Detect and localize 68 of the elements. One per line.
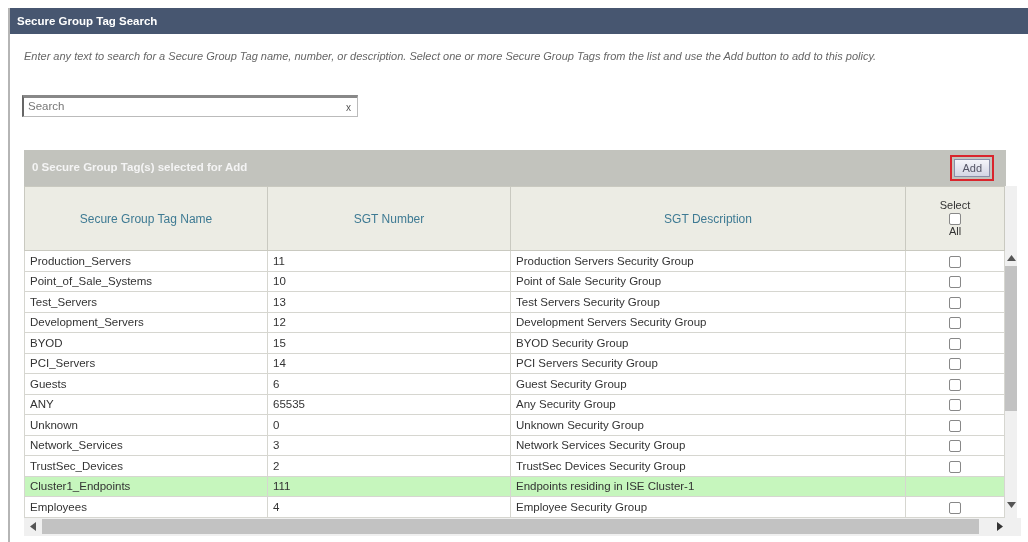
row-checkbox[interactable]: [949, 276, 961, 289]
row-checkbox[interactable]: [949, 337, 961, 350]
table-cell: Production_Servers: [24, 250, 268, 271]
table-cell: 4: [267, 496, 511, 517]
table-cell: 0: [267, 414, 511, 435]
select-all-label: Select: [938, 198, 972, 212]
table-cell: TrustSec_Devices: [24, 455, 268, 476]
scroll-up-icon[interactable]: [1006, 255, 1016, 261]
scrollbar-thumb[interactable]: [42, 519, 979, 534]
table-cell: Unknown: [24, 414, 268, 435]
table-cell: BYOD: [24, 332, 268, 353]
row-checkbox[interactable]: [949, 317, 961, 330]
row-checkbox[interactable]: [949, 501, 961, 514]
table-cell: Any Security Group: [510, 394, 906, 415]
column-header[interactable]: SGT Description: [510, 186, 906, 251]
table-cell: Guest Security Group: [510, 373, 906, 394]
column-header[interactable]: SGT Number: [267, 186, 511, 251]
select-all-label: All: [947, 225, 963, 239]
table-cell: Network Services Security Group: [510, 435, 906, 456]
table-cell: 2: [267, 455, 511, 476]
table-cell: 13: [267, 291, 511, 312]
window-title: Secure Group Tag Search: [10, 8, 1028, 34]
table-cell: 65535: [267, 394, 511, 415]
row-checkbox[interactable]: [949, 378, 961, 391]
clear-icon[interactable]: x: [346, 99, 357, 115]
table-cell: Point of Sale Security Group: [510, 271, 906, 292]
table-cell: 3: [267, 435, 511, 456]
table-cell: 15: [267, 332, 511, 353]
table-cell: ANY: [24, 394, 268, 415]
scroll-right-icon[interactable]: [997, 522, 1003, 531]
add-button[interactable]: Add: [954, 159, 990, 177]
table-cell: Employees: [24, 496, 268, 517]
search-field[interactable]: Search x: [22, 95, 358, 117]
select-all-checkbox[interactable]: [949, 213, 961, 226]
table-cell: Point_of_Sale_Systems: [24, 271, 268, 292]
table-cell: Cluster1_Endpoints: [24, 476, 268, 497]
scroll-down-icon[interactable]: [1006, 501, 1016, 508]
table-cell: Development_Servers: [24, 312, 268, 333]
table-cell: Endpoints residing in ISE Cluster-1: [510, 476, 906, 497]
row-checkbox[interactable]: [949, 440, 961, 453]
row-checkbox[interactable]: [949, 460, 961, 473]
table-cell: Network_Services: [24, 435, 268, 456]
table-cell: PCI_Servers: [24, 353, 268, 374]
table-cell: Guests: [24, 373, 268, 394]
row-checkbox[interactable]: [949, 358, 961, 371]
table-cell: 12: [267, 312, 511, 333]
scroll-left-icon[interactable]: [30, 522, 36, 531]
table-cell: Development Servers Security Group: [510, 312, 906, 333]
table-cell: Test_Servers: [24, 291, 268, 312]
table-cell: PCI Servers Security Group: [510, 353, 906, 374]
table-cell: Unknown Security Group: [510, 414, 906, 435]
instructions-text: Enter any text to search for a Secure Group Tag name, number, or description. Select one or more Secure Group Tags from the list and use the Add button to add to this policy.: [23, 49, 878, 64]
table-cell: Production Servers Security Group: [510, 250, 906, 271]
table-cell: Employee Security Group: [510, 496, 906, 517]
table-cell: BYOD Security Group: [510, 332, 906, 353]
row-checkbox[interactable]: [949, 419, 961, 432]
column-header[interactable]: Secure Group Tag Name: [24, 186, 268, 251]
table-cell: 10: [267, 271, 511, 292]
scrollbar-thumb[interactable]: [1005, 266, 1017, 411]
table-cell: 6: [267, 373, 511, 394]
vertical-scrollbar[interactable]: [1005, 186, 1017, 518]
table-cell: Test Servers Security Group: [510, 291, 906, 312]
row-checkbox[interactable]: [949, 255, 961, 268]
row-checkbox[interactable]: [949, 399, 961, 412]
table-cell: 11: [267, 250, 511, 271]
row-checkbox[interactable]: [949, 296, 961, 309]
table-cell: 14: [267, 353, 511, 374]
table-cell: TrustSec Devices Security Group: [510, 455, 906, 476]
